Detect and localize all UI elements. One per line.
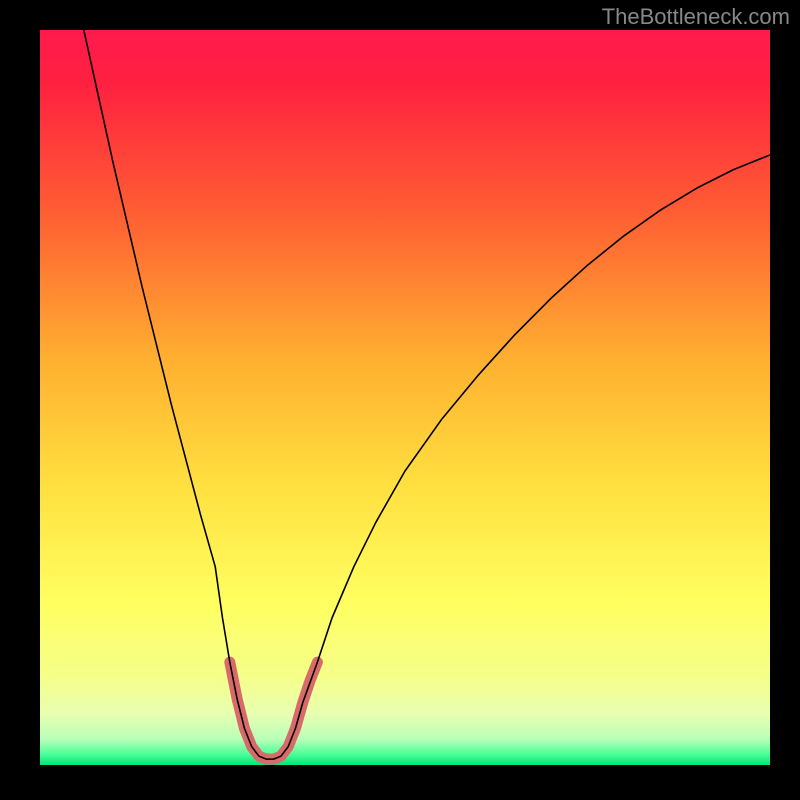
watermark-text: TheBottleneck.com: [602, 4, 790, 30]
gradient-background: [40, 30, 770, 765]
chart-container: TheBottleneck.com: [0, 0, 800, 800]
bottleneck-chart: [40, 30, 770, 765]
